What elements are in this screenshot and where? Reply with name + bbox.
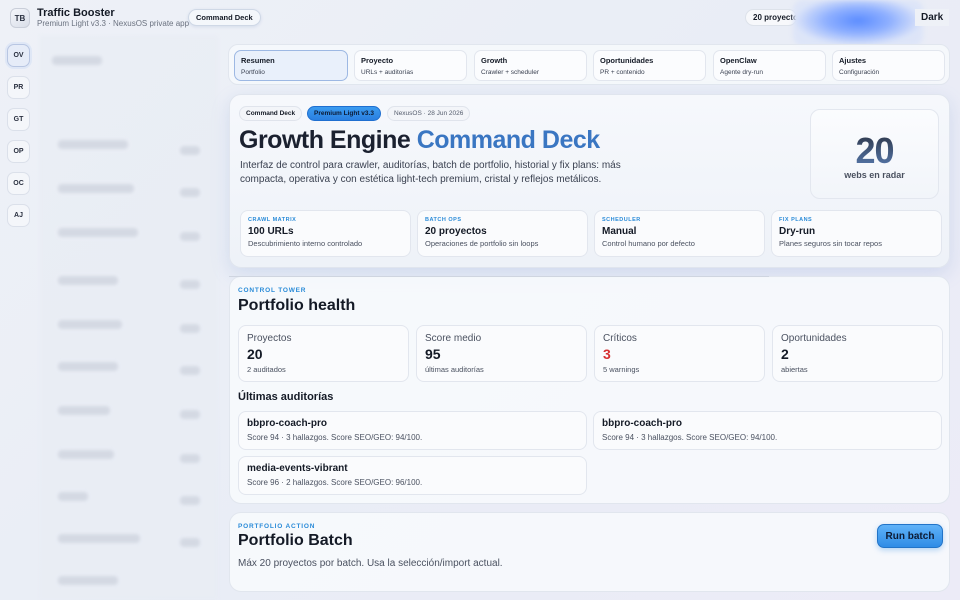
stat-label: Oportunidades — [781, 333, 847, 344]
blurred-action-button[interactable] — [793, 0, 923, 46]
portfolio-batch-panel: PORTFOLIO ACTION Portfolio Batch Máx 20 … — [229, 512, 950, 592]
audit-item[interactable]: bbpro-coach-pro Score 94 · 3 hallazgos. … — [238, 411, 587, 450]
tab-growth[interactable]: Growth Crawler + scheduler — [474, 50, 587, 81]
card-caption: Planes seguros sin tocar repos — [779, 239, 882, 248]
section-eyebrow: CONTROL TOWER — [238, 287, 307, 294]
crawl-matrix-card: CRAWL MATRIX 100 URLs Descubrimiento int… — [240, 210, 411, 257]
audit-desc: Score 96 · 2 hallazgos. Score SEO/GEO: 9… — [247, 478, 423, 487]
card-caption: Descubrimiento interno controlado — [248, 239, 363, 248]
stat-score-medio: Score medio 95 últimas auditorías — [416, 325, 587, 382]
portfolio-health-panel: CONTROL TOWER Portfolio health Proyectos… — [229, 276, 950, 504]
divider — [229, 276, 769, 277]
rail-button-settings[interactable]: AJ — [7, 204, 30, 227]
tab-oportunidades[interactable]: Oportunidades PR + contenido — [593, 50, 706, 81]
stat-caption: 5 warnings — [603, 365, 640, 374]
top-bar: TB Traffic Booster Premium Light v3.3 · … — [0, 0, 960, 46]
tab-sublabel: Portfolio — [241, 69, 265, 76]
stat-oportunidades: Oportunidades 2 abiertas — [772, 325, 943, 382]
card-value: 100 URLs — [248, 226, 294, 237]
tab-sublabel: Crawler + scheduler — [481, 69, 539, 76]
blurred-sidebar — [40, 36, 218, 600]
tab-proyecto[interactable]: Proyecto URLs + auditorías — [354, 50, 467, 81]
audit-name: bbpro-coach-pro — [602, 418, 682, 429]
audit-name: media-events-vibrant — [247, 463, 348, 474]
date-chip: NexusOS · 28 Jun 2026 — [387, 106, 471, 121]
app-subtitle: Premium Light v3.3 · NexusOS private app — [37, 19, 190, 28]
stat-caption: abiertas — [781, 365, 808, 374]
stat-caption: últimas auditorías — [425, 365, 484, 374]
projects-count-pill: 20 proyectos — [745, 9, 797, 26]
card-kicker: FIX PLANS — [779, 217, 813, 223]
radar-number: 20 — [811, 130, 938, 172]
stat-value: 20 — [247, 346, 263, 362]
theme-toggle-button[interactable]: Dark — [915, 9, 950, 26]
tab-label: Growth — [481, 56, 508, 65]
tab-sublabel: PR + contenido — [600, 69, 645, 76]
title-part-a: Growth Engine — [239, 126, 417, 154]
rail-button-opportunities[interactable]: OP — [7, 140, 30, 163]
stat-caption: 2 auditados — [247, 365, 286, 374]
stat-label: Score medio — [425, 333, 482, 344]
audit-desc: Score 94 · 3 hallazgos. Score SEO/GEO: 9… — [247, 433, 423, 442]
tab-sublabel: Configuración — [839, 69, 880, 76]
card-kicker: BATCH OPS — [425, 217, 462, 223]
side-rail: OV PR GT OP OC AJ — [0, 36, 36, 600]
stat-label: Proyectos — [247, 333, 292, 344]
tab-label: Ajustes — [839, 56, 867, 65]
tab-sublabel: URLs + auditorías — [361, 69, 414, 76]
section-tabs: Resumen Portfolio Proyecto URLs + audito… — [228, 44, 950, 85]
rail-button-project[interactable]: PR — [7, 76, 30, 99]
stat-proyectos: Proyectos 20 2 auditados — [238, 325, 409, 382]
stat-value: 3 — [603, 346, 611, 362]
audit-name: bbpro-coach-pro — [247, 418, 327, 429]
rail-button-overview[interactable]: OV — [7, 44, 30, 67]
stat-value: 95 — [425, 346, 441, 362]
rail-button-openclaw[interactable]: OC — [7, 172, 30, 195]
tab-label: Proyecto — [361, 56, 394, 65]
section-title: Portfolio Batch — [238, 532, 353, 549]
radar-label: webs en radar — [844, 170, 905, 180]
hero-panel: Command Deck Premium Light v3.3 NexusOS … — [229, 94, 950, 268]
tab-label: Oportunidades — [600, 56, 654, 65]
rail-button-growth[interactable]: GT — [7, 108, 30, 131]
tab-ajustes[interactable]: Ajustes Configuración — [832, 50, 945, 81]
radar-counter: 20 webs en radar — [810, 109, 939, 199]
card-value: 20 proyectos — [425, 226, 487, 237]
command-deck-pill[interactable]: Command Deck — [188, 9, 261, 26]
version-badge: Premium Light v3.3 — [307, 106, 381, 121]
tab-resumen[interactable]: Resumen Portfolio — [234, 50, 348, 81]
card-value: Dry-run — [779, 226, 816, 237]
app-name: Traffic Booster — [37, 7, 115, 19]
tab-label: Resumen — [241, 56, 275, 65]
title-part-b: Command Deck — [416, 126, 600, 154]
tab-sublabel: Agente dry-run — [720, 69, 763, 76]
card-kicker: SCHEDULER — [602, 217, 641, 223]
tab-label: OpenClaw — [720, 56, 757, 65]
stat-value: 2 — [781, 346, 789, 362]
tab-openclaw[interactable]: OpenClaw Agente dry-run — [713, 50, 826, 81]
card-value: Manual — [602, 226, 637, 237]
audit-desc: Score 94 · 3 hallazgos. Score SEO/GEO: 9… — [602, 433, 778, 442]
section-title: Portfolio health — [238, 297, 356, 314]
scheduler-card: SCHEDULER Manual Control humano por defe… — [594, 210, 765, 257]
section-eyebrow: PORTFOLIO ACTION — [238, 523, 316, 530]
audits-title: Últimas auditorías — [238, 391, 334, 403]
stat-label: Críticos — [603, 333, 637, 344]
audit-item[interactable]: bbpro-coach-pro Score 94 · 3 hallazgos. … — [593, 411, 942, 450]
hero-description: Interfaz de control para crawler, audito… — [240, 160, 621, 185]
batch-ops-card: BATCH OPS 20 proyectos Operaciones de po… — [417, 210, 588, 257]
page-title: Growth Engine Command Deck — [239, 126, 600, 155]
fix-plans-card: FIX PLANS Dry-run Planes seguros sin toc… — [771, 210, 942, 257]
command-deck-chip: Command Deck — [239, 106, 303, 121]
audit-item[interactable]: media-events-vibrant Score 96 · 2 hallaz… — [238, 456, 587, 495]
card-kicker: CRAWL MATRIX — [248, 217, 297, 223]
batch-description: Máx 20 proyectos por batch. Usa la selec… — [238, 558, 503, 569]
card-caption: Control humano por defecto — [602, 239, 695, 248]
app-logo: TB — [10, 8, 30, 28]
stat-criticos: Críticos 3 5 warnings — [594, 325, 765, 382]
card-caption: Operaciones de portfolio sin loops — [425, 239, 539, 248]
run-batch-button[interactable]: Run batch — [877, 524, 943, 548]
